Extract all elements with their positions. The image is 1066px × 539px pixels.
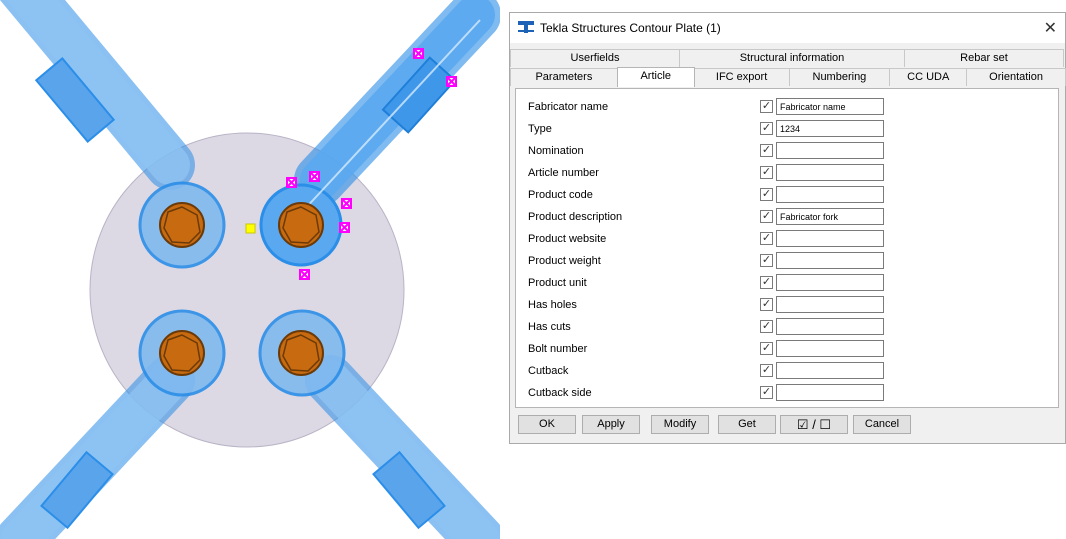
field-row: Bolt number ✓ [516, 340, 1058, 360]
field-label: Product unit [528, 277, 587, 289]
handle-point[interactable] [299, 269, 310, 280]
reference-point[interactable] [245, 223, 256, 234]
field-label: Has cuts [528, 321, 571, 333]
tab-userfields[interactable]: Userfields [510, 49, 680, 67]
field-row: Product code ✓ [516, 186, 1058, 206]
title-bar[interactable]: Tekla Structures Contour Plate (1) ✕ [510, 13, 1065, 43]
field-row: Article number ✓ [516, 164, 1058, 184]
field-input[interactable] [776, 98, 884, 115]
field-label: Bolt number [528, 343, 588, 355]
field-input[interactable] [776, 296, 884, 313]
cancel-button[interactable]: Cancel [853, 415, 911, 434]
field-input[interactable] [776, 164, 884, 181]
get-button[interactable]: Get [718, 415, 776, 434]
field-input[interactable] [776, 362, 884, 379]
tab-row-bottom: Parameters Article IFC export Numbering … [510, 67, 1066, 87]
field-label: Nomination [528, 145, 584, 157]
field-row: Product description ✓ [516, 208, 1058, 228]
field-checkbox[interactable]: ✓ [760, 386, 773, 399]
bolt-bottom-right[interactable] [278, 330, 324, 376]
field-row: Nomination ✓ [516, 142, 1058, 162]
handle-point[interactable] [413, 48, 424, 59]
field-checkbox[interactable]: ✓ [760, 320, 773, 333]
handle-point[interactable] [341, 198, 352, 209]
tab-rebar-set[interactable]: Rebar set [904, 49, 1064, 67]
field-checkbox[interactable]: ✓ [760, 122, 773, 135]
field-row: Fabricator name ✓ [516, 98, 1058, 118]
field-input[interactable] [776, 120, 884, 137]
field-input[interactable] [776, 384, 884, 401]
window-title: Tekla Structures Contour Plate (1) [540, 21, 721, 35]
field-row: Cutback ✓ [516, 362, 1058, 382]
field-label: Product weight [528, 255, 601, 267]
ok-button[interactable]: OK [518, 415, 576, 434]
field-checkbox[interactable]: ✓ [760, 188, 773, 201]
handle-point[interactable] [339, 222, 350, 233]
handle-point[interactable] [309, 171, 320, 182]
field-label: Type [528, 123, 552, 135]
field-checkbox[interactable]: ✓ [760, 210, 773, 223]
handle-point[interactable] [446, 76, 457, 87]
field-checkbox[interactable]: ✓ [760, 364, 773, 377]
field-row: Has holes ✓ [516, 296, 1058, 316]
field-input[interactable] [776, 318, 884, 335]
field-checkbox[interactable]: ✓ [760, 298, 773, 311]
field-checkbox[interactable]: ✓ [760, 342, 773, 355]
model-viewport[interactable] [0, 0, 500, 539]
contour-plate-dialog: Tekla Structures Contour Plate (1) ✕ Use… [509, 12, 1066, 444]
close-icon[interactable]: ✕ [1044, 18, 1057, 38]
tab-numbering[interactable]: Numbering [788, 68, 891, 86]
field-input[interactable] [776, 186, 884, 203]
tekla-app-icon [518, 21, 534, 36]
field-checkbox[interactable]: ✓ [760, 144, 773, 157]
field-label: Product code [528, 189, 593, 201]
toggle-all-checkboxes-button[interactable]: ☑ / ☐ [780, 415, 848, 434]
field-input[interactable] [776, 230, 884, 247]
field-label: Has holes [528, 299, 577, 311]
field-label: Cutback side [528, 387, 592, 399]
handle-point[interactable] [286, 177, 297, 188]
article-panel: Fabricator name✓Type✓Nomination✓Article … [515, 88, 1059, 408]
field-row: Cutback side ✓ [516, 384, 1058, 404]
field-input[interactable] [776, 274, 884, 291]
field-checkbox[interactable]: ✓ [760, 166, 773, 179]
field-input[interactable] [776, 208, 884, 225]
bolt-top-left[interactable] [159, 202, 205, 248]
tab-row-top: Userfields Structural information Rebar … [510, 49, 1065, 67]
field-input[interactable] [776, 340, 884, 357]
field-checkbox[interactable]: ✓ [760, 232, 773, 245]
field-checkbox[interactable]: ✓ [760, 276, 773, 289]
field-row: Type ✓ [516, 120, 1058, 140]
tab-structural-information[interactable]: Structural information [679, 49, 905, 67]
field-input[interactable] [776, 252, 884, 269]
bolt-top-right[interactable] [278, 202, 324, 248]
bolt-bottom-left[interactable] [159, 330, 205, 376]
field-checkbox[interactable]: ✓ [760, 254, 773, 267]
field-input[interactable] [776, 142, 884, 159]
field-label: Fabricator name [528, 101, 609, 113]
button-bar: OK Apply Modify Get ☑ / ☐ Cancel [510, 415, 1065, 437]
field-row: Has cuts ✓ [516, 318, 1058, 338]
field-label: Product website [528, 233, 607, 245]
tab-parameters[interactable]: Parameters [510, 68, 618, 86]
tab-orientation[interactable]: Orientation [966, 68, 1066, 86]
field-label: Cutback [528, 365, 569, 377]
tab-cc-uda[interactable]: CC UDA [889, 68, 968, 86]
field-label: Product description [528, 211, 623, 223]
field-label: Article number [528, 167, 599, 179]
modify-button[interactable]: Modify [651, 415, 709, 434]
field-row: Product unit ✓ [516, 274, 1058, 294]
field-checkbox[interactable]: ✓ [760, 100, 773, 113]
tab-ifc-export[interactable]: IFC export [693, 68, 790, 86]
field-row: Product weight ✓ [516, 252, 1058, 272]
tab-article[interactable]: Article [616, 67, 695, 87]
apply-button[interactable]: Apply [582, 415, 640, 434]
field-row: Product website ✓ [516, 230, 1058, 250]
